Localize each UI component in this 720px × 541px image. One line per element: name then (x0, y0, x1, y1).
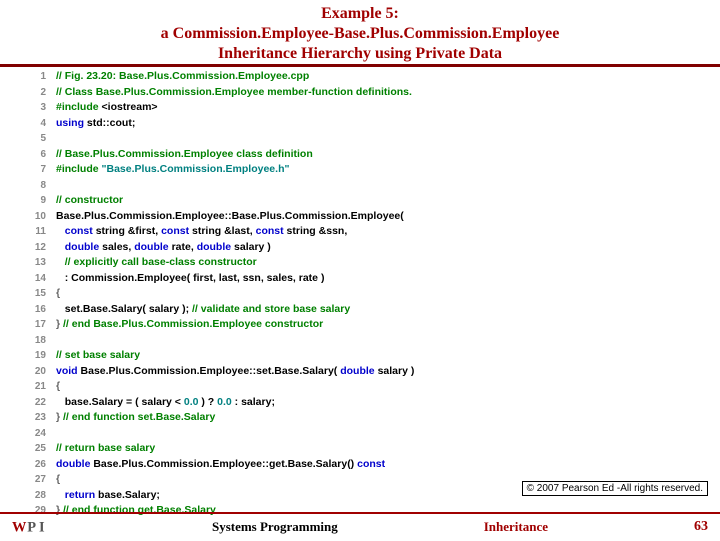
code-comment: // Class Base.Plus.Commission.Employee m… (56, 86, 412, 98)
code-comment: // set base salary (56, 349, 140, 361)
code-comment: // end Base.Plus.Commission.Employee con… (63, 318, 323, 330)
slide-footer: W P I Systems Programming Inheritance 63 (0, 512, 720, 540)
code-comment: // validate and store base salary (192, 303, 350, 315)
title-line-3: Inheritance Hierarchy using Private Data (0, 44, 720, 64)
title-line-2: a Commission.Employee-Base.Plus.Commissi… (0, 24, 720, 44)
page-number: 63 (694, 519, 708, 535)
preprocessor: #include (56, 101, 99, 113)
svg-text:I: I (39, 520, 45, 536)
wpi-logo-icon: W P I (12, 518, 66, 536)
ctor-signature: Base.Plus.Commission.Employee::Base.Plus… (56, 210, 404, 222)
code-listing: 1// Fig. 23.20: Base.Plus.Commission.Emp… (0, 67, 720, 519)
code-comment: // end function set.Base.Salary (63, 411, 215, 423)
svg-text:W: W (12, 520, 27, 536)
keyword: using (56, 117, 84, 129)
code-comment: // Fig. 23.20: Base.Plus.Commission.Empl… (56, 70, 309, 82)
title-line-1: Example 5: (0, 4, 720, 24)
footer-course: Systems Programming (212, 519, 338, 535)
code-comment: // return base salary (56, 442, 155, 454)
footer-topic: Inheritance (484, 519, 548, 535)
preprocessor: #include (56, 163, 99, 175)
svg-text:P: P (27, 520, 36, 536)
code-comment: // constructor (56, 194, 123, 206)
code-comment: // Base.Plus.Commission.Employee class d… (56, 148, 313, 160)
copyright-notice: © 2007 Pearson Ed -All rights reserved. (522, 481, 708, 496)
code-comment: // explicitly call base-class constructo… (65, 256, 257, 268)
slide-title: Example 5: a Commission.Employee-Base.Pl… (0, 0, 720, 64)
